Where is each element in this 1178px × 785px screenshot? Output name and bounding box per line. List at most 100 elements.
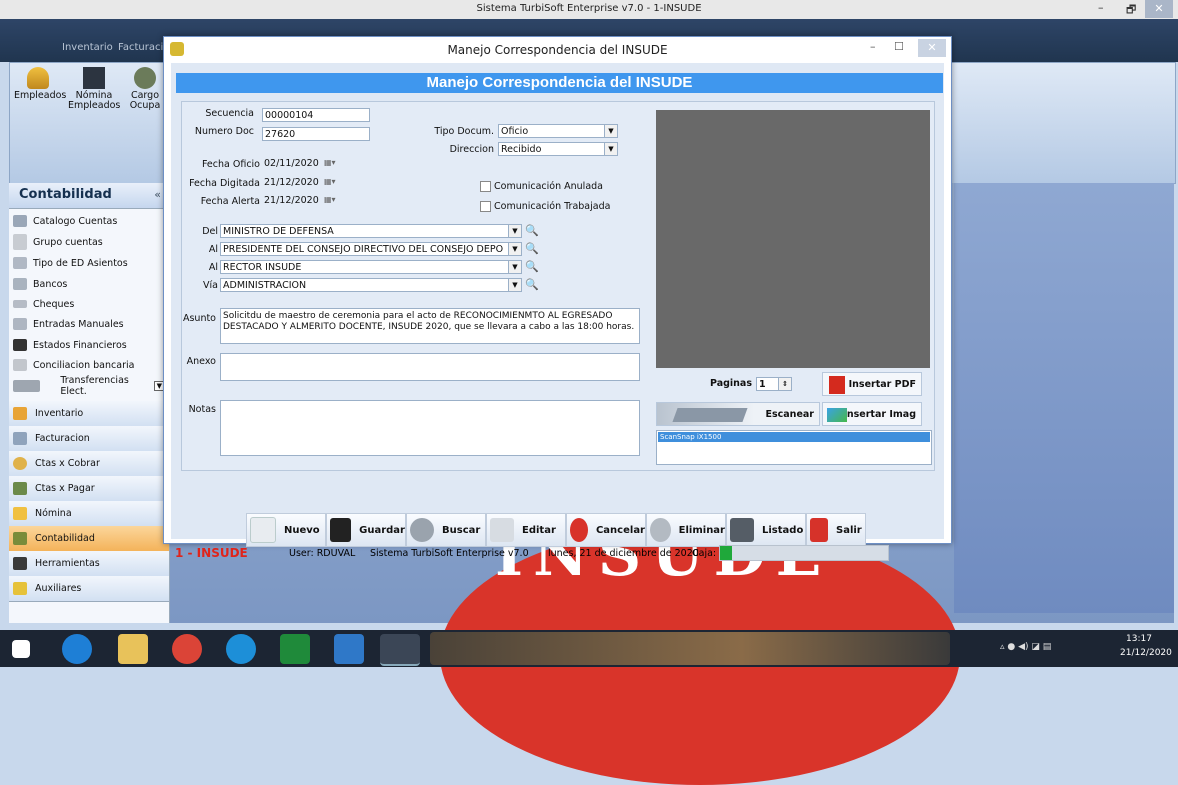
nav-herramientas[interactable]: Herramientas (9, 551, 169, 577)
sidebar-item-entradas-manuales[interactable]: Entradas Manuales (13, 314, 124, 334)
secuencia-field[interactable]: 00000104 (262, 108, 370, 122)
save-icon (330, 518, 352, 542)
sidebar-item-conciliacion[interactable]: Conciliacion bancaria (13, 355, 134, 375)
nav-facturacion[interactable]: Facturacion (9, 426, 169, 452)
image-icon (827, 408, 847, 422)
al2-select[interactable]: RECTOR INSUDE ▼ (220, 260, 522, 274)
fecha-oficio-field[interactable]: 02/11/2020 (262, 157, 322, 171)
insertar-imagen-button[interactable]: Insertar Imag (822, 402, 922, 426)
chevron-down-icon[interactable]: ▼ (508, 279, 521, 291)
dialog-close-button[interactable]: ✕ (918, 39, 946, 57)
calendar-icon[interactable]: ▦▾ (324, 176, 344, 188)
windows-start-icon[interactable] (12, 640, 30, 658)
payables-icon (13, 482, 27, 495)
search-icon[interactable]: 🔍 (525, 260, 539, 274)
escanear-button[interactable]: Escanear (656, 402, 820, 426)
chevron-down-icon[interactable]: ▼ (508, 225, 521, 237)
scanner-list-item[interactable]: ScanSnap iX1500 (658, 432, 930, 442)
menu-facturacion[interactable]: Facturacio (118, 42, 169, 53)
ribbon-cargo-button[interactable]: Cargo Ocupa (128, 67, 162, 111)
anexo-textarea[interactable] (220, 353, 640, 381)
tipo-docum-select[interactable]: Oficio ▼ (498, 124, 618, 138)
cancelar-button[interactable]: Cancelar (566, 513, 646, 547)
sidebar-item-label: Tipo de ED Asientos (33, 257, 128, 269)
guardar-button[interactable]: Guardar (326, 513, 406, 547)
windows-taskbar: ▵ ● ◀) ◪ ▤ 13:17 21/12/2020 (0, 630, 1178, 667)
dialog-minimize-button[interactable]: – (870, 40, 876, 53)
nav-inventario[interactable]: Inventario (9, 401, 169, 427)
cancel-icon (570, 518, 588, 542)
tray-icons[interactable]: ▵ ● ◀) ◪ ▤ (1000, 642, 1051, 652)
salir-button[interactable]: Salir (806, 513, 866, 547)
numero-doc-field[interactable]: 27620 (262, 127, 370, 141)
sidebar-item-transferencias[interactable]: Transferencias Elect. ▼ (13, 375, 165, 397)
via-select[interactable]: ADMINISTRACION ▼ (220, 278, 522, 292)
chrome-icon[interactable] (172, 634, 202, 664)
sidebar-item-label: Grupo cuentas (33, 236, 103, 248)
fecha-alerta-field[interactable]: 21/12/2020 (262, 194, 322, 208)
nav-ctas-pagar[interactable]: Ctas x Pagar (9, 476, 169, 502)
collapse-icon[interactable]: « (154, 188, 161, 201)
checkbox-box[interactable] (480, 181, 491, 192)
nav-nomina[interactable]: Nómina (9, 501, 169, 527)
sidebar-item-tipo-asientos[interactable]: Tipo de ED Asientos (13, 253, 128, 273)
del-select[interactable]: MINISTRO DE DEFENSA ▼ (220, 224, 522, 238)
left-panel-header: Contabilidad « (9, 183, 169, 209)
calendar-icon[interactable]: ▦▾ (324, 157, 344, 169)
search-icon[interactable]: 🔍 (525, 242, 539, 256)
nav-contabilidad[interactable]: Contabilidad (9, 526, 169, 552)
app-title: Sistema TurbiSoft Enterprise v7.0 - 1-IN… (476, 3, 702, 14)
restore-button[interactable]: 🗗 (1126, 1, 1136, 20)
app-s-icon[interactable] (334, 634, 364, 664)
buscar-button[interactable]: Buscar (406, 513, 486, 547)
search-icon[interactable]: 🔍 (525, 278, 539, 292)
transfer-icon (13, 380, 41, 392)
paginas-value: 1 (759, 379, 766, 390)
search-icon[interactable]: 🔍 (525, 224, 539, 238)
minimize-button[interactable]: – (1098, 1, 1104, 14)
dialog-maximize-button[interactable]: ☐ (894, 40, 904, 53)
listado-button[interactable]: Listado (726, 513, 806, 547)
search-icon (410, 518, 434, 542)
store-icon[interactable] (280, 634, 310, 664)
ribbon-empleados-button[interactable]: Empleados (14, 67, 66, 101)
paginas-stepper[interactable]: 1 ⇕ (756, 377, 792, 391)
sidebar-item-catalogo-cuentas[interactable]: Catalogo Cuentas (13, 211, 117, 231)
ribbon-nomina-button[interactable]: Nómina Empleados (68, 67, 120, 111)
asunto-textarea[interactable]: Solicitdu de maestro de ceremonia para e… (220, 308, 640, 344)
calendar-icon[interactable]: ▦▾ (324, 194, 344, 206)
nav-ctas-cobrar[interactable]: Ctas x Cobrar (9, 451, 169, 477)
comunicacion-trabajada-checkbox[interactable]: Comunicación Trabajada (480, 201, 610, 212)
edge-icon[interactable] (226, 634, 256, 664)
fecha-digitada-field[interactable]: 21/12/2020 (262, 176, 322, 190)
insertar-pdf-button[interactable]: Insertar PDF (822, 372, 922, 396)
catalog-icon (13, 215, 27, 227)
turbisoft-taskbar-icon[interactable] (380, 634, 420, 666)
eliminar-button[interactable]: Eliminar (646, 513, 726, 547)
salir-label: Salir (836, 524, 862, 536)
nuevo-button[interactable]: Nuevo (246, 513, 326, 547)
file-explorer-icon[interactable] (118, 634, 148, 664)
chevron-down-icon[interactable]: ▼ (604, 143, 617, 155)
chevron-down-icon[interactable]: ▼ (508, 261, 521, 273)
notas-textarea[interactable] (220, 400, 640, 456)
checkbox-box[interactable] (480, 201, 491, 212)
editar-button[interactable]: Editar (486, 513, 566, 547)
stepper-arrows-icon[interactable]: ⇕ (778, 378, 791, 390)
dialog-titlebar: Manejo Correspondencia del INSUDE – ☐ ✕ (164, 37, 951, 63)
sidebar-item-bancos[interactable]: Bancos (13, 274, 67, 294)
chevron-down-icon[interactable]: ▼ (508, 243, 521, 255)
close-button[interactable]: ✕ (1145, 0, 1173, 18)
sidebar-item-grupo-cuentas[interactable]: Grupo cuentas (13, 232, 103, 252)
scanner-list[interactable]: ScanSnap iX1500 (656, 430, 932, 465)
edit-icon (490, 518, 514, 542)
sidebar-item-estados-financieros[interactable]: Estados Financieros (13, 335, 127, 355)
al1-select[interactable]: PRESIDENTE DEL CONSEJO DIRECTIVO DEL CON… (220, 242, 522, 256)
menu-inventario[interactable]: Inventario (62, 42, 113, 53)
sidebar-item-cheques[interactable]: Cheques (13, 294, 74, 314)
nav-auxiliares[interactable]: Auxiliares (9, 576, 169, 602)
comunicacion-anulada-checkbox[interactable]: Comunicación Anulada (480, 181, 603, 192)
direccion-select[interactable]: Recibido ▼ (498, 142, 618, 156)
internet-explorer-icon[interactable] (62, 634, 92, 664)
chevron-down-icon[interactable]: ▼ (604, 125, 617, 137)
